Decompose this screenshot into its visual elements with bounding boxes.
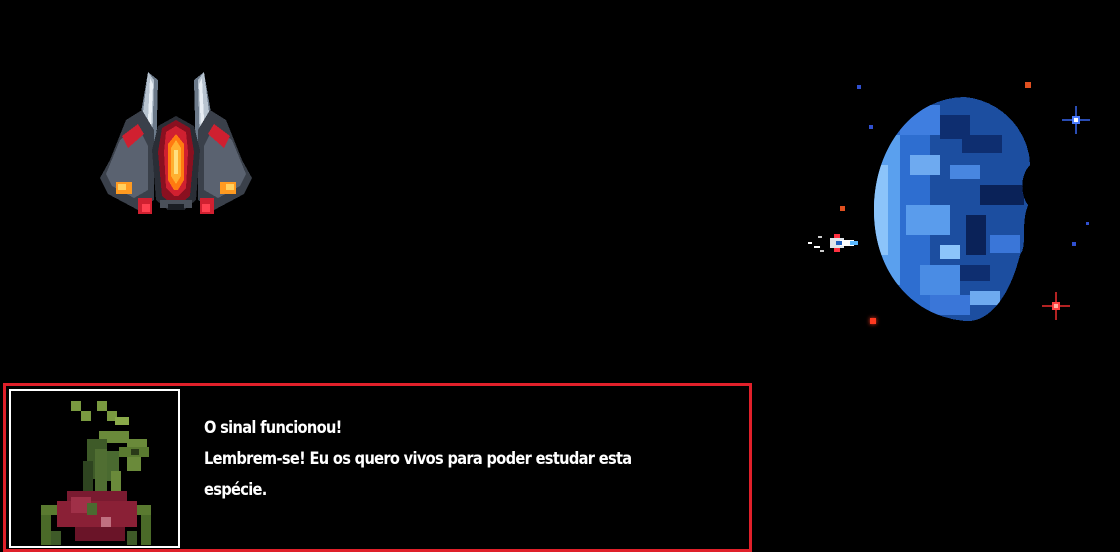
alien-plant-portrait-icon xyxy=(41,401,151,545)
dialog-line: O sinal funcionou! xyxy=(204,418,342,438)
dialog-line: Lembrem-se! Eu os quero vivos para poder… xyxy=(204,449,632,469)
earth-planet-icon xyxy=(874,97,1030,322)
enemy-spaceship-icon xyxy=(100,72,252,214)
dialog-line: espécie. xyxy=(204,480,267,500)
star-icon xyxy=(857,85,861,89)
dialog-text: O sinal funcionou! Lembrem-se! Eu os que… xyxy=(204,413,651,506)
star-icon xyxy=(1072,242,1076,246)
star-icon xyxy=(1062,106,1090,134)
dialog-box[interactable]: O sinal funcionou! Lembrem-se! Eu os que… xyxy=(3,383,752,552)
star-icon xyxy=(1086,222,1089,225)
game-scene: O sinal funcionou! Lembrem-se! Eu os que… xyxy=(0,0,1120,552)
star-icon xyxy=(840,206,845,211)
star-icon xyxy=(1042,292,1070,320)
player-spaceship-icon xyxy=(808,234,858,252)
star-icon xyxy=(1025,82,1031,88)
star-icon xyxy=(869,125,873,129)
speaker-portrait xyxy=(9,389,180,548)
star-icon xyxy=(870,318,876,324)
